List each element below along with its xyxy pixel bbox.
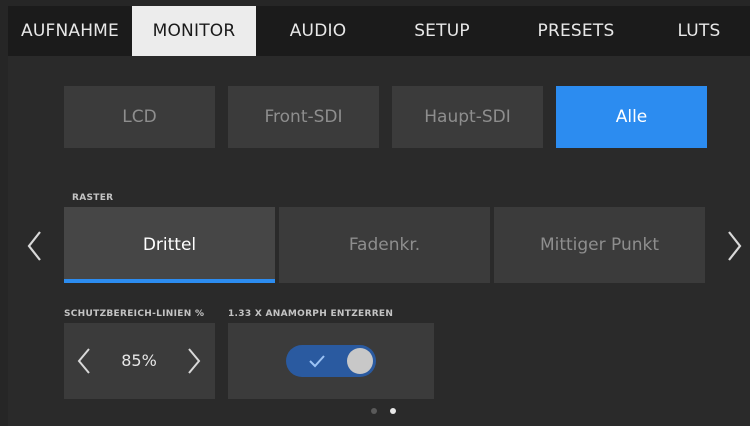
chevron-left-icon[interactable] bbox=[25, 229, 45, 263]
safe-area-value: 85% bbox=[121, 351, 157, 370]
output-front-sdi-button[interactable]: Front-SDI bbox=[228, 86, 379, 148]
raster-option-center-dot[interactable]: Mittiger Punkt bbox=[494, 207, 705, 283]
output-all-button[interactable]: Alle bbox=[556, 86, 707, 148]
raster-option-crosshair[interactable]: Fadenkr. bbox=[279, 207, 490, 283]
tab-monitor[interactable]: MONITOR bbox=[132, 6, 256, 56]
raster-label: RASTER bbox=[72, 193, 114, 203]
raster-option-label: Fadenkr. bbox=[348, 235, 421, 255]
toggle-knob bbox=[347, 348, 373, 374]
raster-option-label: Drittel bbox=[142, 235, 197, 255]
anamorphic-toggle-box bbox=[228, 323, 434, 399]
page-dot[interactable] bbox=[371, 408, 377, 414]
checkmark-icon bbox=[309, 355, 325, 368]
tab-setup[interactable]: SETUP bbox=[380, 6, 504, 56]
anamorphic-label: 1.33 x ANAMORPH ENTZERREN bbox=[228, 309, 394, 319]
tab-presets[interactable]: PRESETS bbox=[504, 6, 648, 56]
raster-option-label: Mittiger Punkt bbox=[539, 235, 660, 255]
increase-arrow-icon[interactable] bbox=[184, 345, 204, 377]
tab-luts[interactable]: LUTS bbox=[648, 6, 750, 56]
safe-area-stepper: 85% bbox=[64, 323, 215, 399]
safe-area-label: SCHUTZBEREICH-LINIEN % bbox=[64, 309, 205, 319]
tab-bar: AUFNAHME MONITOR AUDIO SETUP PRESETS LUT… bbox=[8, 6, 750, 56]
chevron-right-icon[interactable] bbox=[724, 229, 744, 263]
tab-audio[interactable]: AUDIO bbox=[256, 6, 380, 56]
monitor-settings-screen: AUFNAHME MONITOR AUDIO SETUP PRESETS LUT… bbox=[8, 6, 750, 426]
raster-option-thirds[interactable]: Drittel bbox=[64, 207, 275, 283]
decrease-arrow-icon[interactable] bbox=[74, 345, 94, 377]
tab-aufnahme[interactable]: AUFNAHME bbox=[8, 6, 132, 56]
page-dot-active[interactable] bbox=[390, 408, 396, 414]
selected-underline bbox=[64, 279, 275, 283]
output-lcd-button[interactable]: LCD bbox=[64, 86, 215, 148]
output-main-sdi-button[interactable]: Haupt-SDI bbox=[392, 86, 543, 148]
anamorphic-toggle[interactable] bbox=[286, 345, 376, 377]
